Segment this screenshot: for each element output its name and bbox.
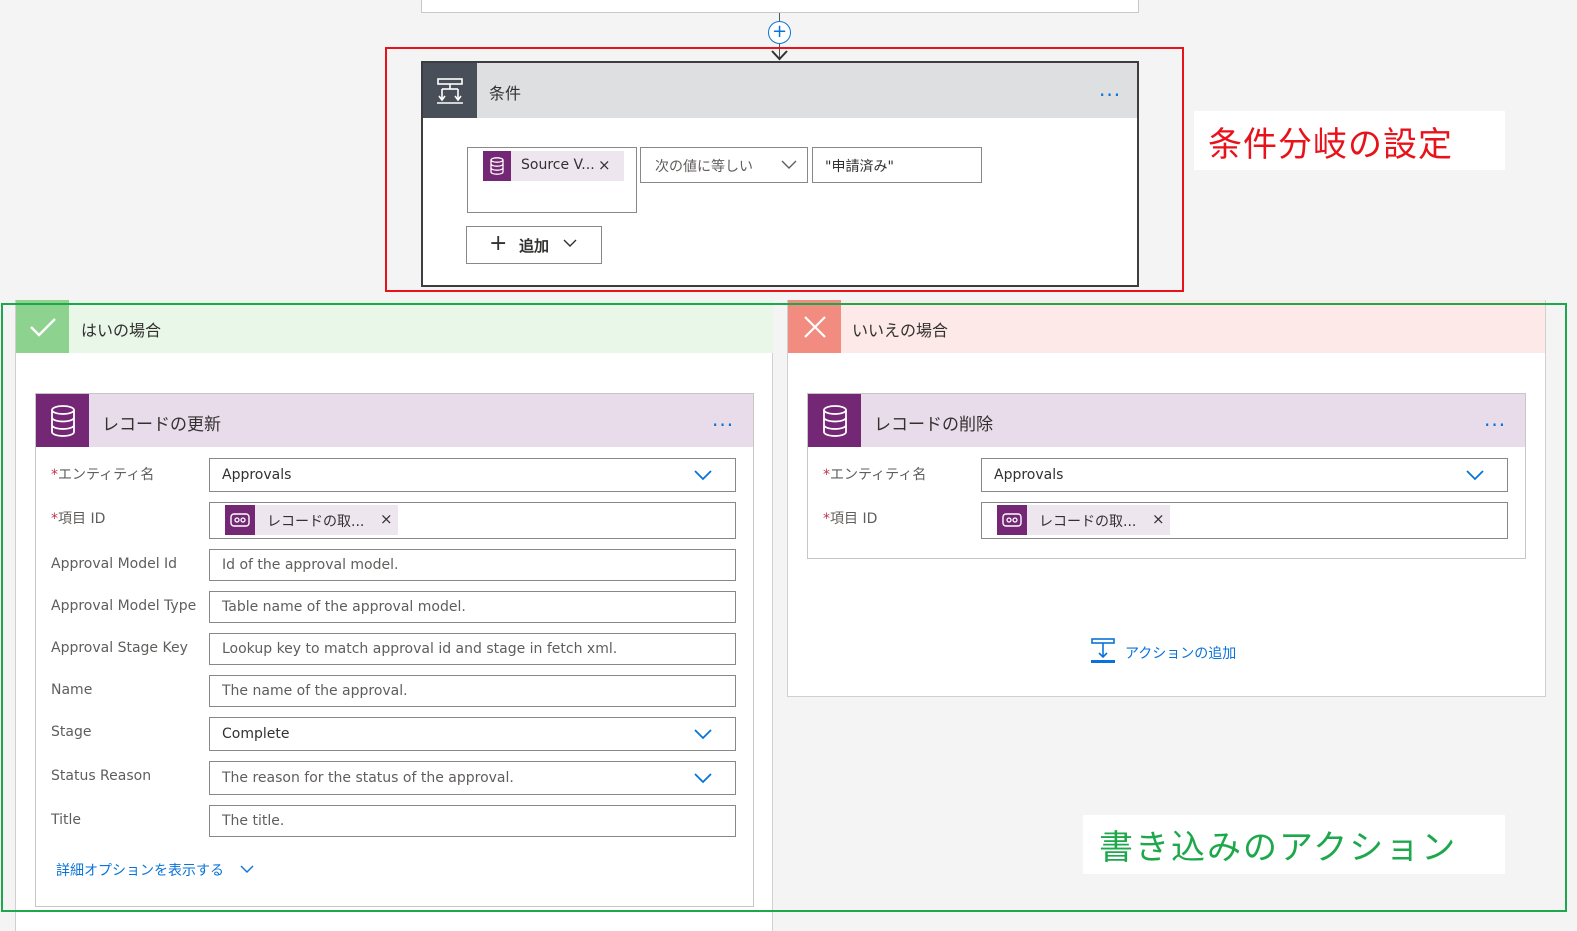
condition-highlight-box xyxy=(385,47,1184,292)
insert-step-button[interactable]: + xyxy=(768,21,791,44)
previous-step-card[interactable] xyxy=(421,0,1139,13)
action-annotation-text: 書き込みのアクション xyxy=(1099,828,1458,868)
condition-annotation-text: 条件分岐の設定 xyxy=(1208,125,1453,165)
action-annotation: 書き込みのアクション xyxy=(1083,815,1505,874)
condition-annotation: 条件分岐の設定 xyxy=(1194,111,1505,170)
